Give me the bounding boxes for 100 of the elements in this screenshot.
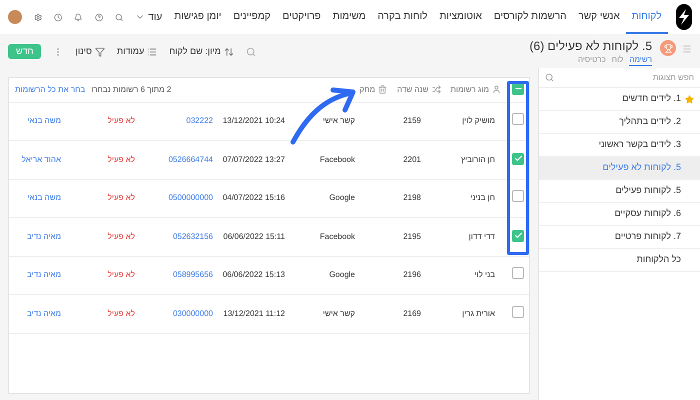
nav-tab[interactable]: הרשמות לקורסים bbox=[488, 0, 573, 34]
checkbox[interactable] bbox=[512, 152, 524, 164]
selection-count: 2 מתוך 6 רשומות נבחרו bbox=[91, 84, 172, 96]
view-item[interactable]: 6. לקוחות עסקיים bbox=[539, 203, 700, 226]
date-cell: 15:11 06/06/2022 bbox=[223, 232, 285, 241]
avatar[interactable] bbox=[8, 10, 22, 24]
nav-tab[interactable]: לוחות בקרה bbox=[372, 0, 434, 34]
more-menu[interactable]: עוד bbox=[129, 10, 168, 24]
nav-tab[interactable]: יומן פגישות bbox=[168, 0, 228, 34]
nav-tab[interactable]: אנשי קשר bbox=[572, 0, 626, 34]
view-item[interactable]: 1. לידים חדשים bbox=[539, 88, 700, 111]
phone-link[interactable]: 030000000 bbox=[172, 308, 213, 318]
checkbox[interactable] bbox=[512, 113, 524, 126]
phone-link[interactable]: 032222 bbox=[186, 116, 213, 126]
view-label: 3. לידים בקשר ראשוני bbox=[598, 138, 681, 152]
clock-icon[interactable] bbox=[54, 10, 62, 24]
owner-link[interactable]: מאיה נדיב bbox=[27, 270, 61, 280]
phone-link[interactable]: 0526664744 bbox=[168, 154, 213, 164]
checkbox[interactable] bbox=[512, 306, 524, 318]
view-title: 5. לקוחות לא פעילים (6) bbox=[530, 38, 652, 54]
search-icon bbox=[545, 73, 554, 82]
sort-button[interactable]: מיון: שם לקוח bbox=[169, 44, 234, 58]
checkbox[interactable] bbox=[512, 190, 524, 202]
owner-link[interactable]: משה בנאי bbox=[27, 193, 61, 202]
views-search-field[interactable]: חפש תצוגות bbox=[554, 72, 694, 84]
view-item[interactable]: 5. לקוחות פעילים bbox=[539, 180, 700, 203]
nav-tab[interactable]: משימות bbox=[326, 0, 372, 34]
select-all-link[interactable]: בחר את כל הרשומות bbox=[15, 84, 86, 96]
view-label: 7. לקוחות פרטיים bbox=[614, 230, 681, 244]
source-cell: Google bbox=[329, 193, 355, 202]
bell-icon[interactable] bbox=[74, 10, 83, 24]
name-cell: דדי דדון bbox=[468, 232, 495, 241]
check-icon bbox=[514, 154, 522, 163]
name-cell: בני לוי bbox=[474, 270, 495, 280]
name-cell: מושיק לוין bbox=[462, 116, 495, 126]
id-cell: 2196 bbox=[403, 270, 421, 280]
view-label: 5. לקוחות לא פעילים bbox=[602, 161, 681, 174]
source-cell: Facebook bbox=[320, 154, 355, 164]
merge-records-button[interactable]: מוג רשומות bbox=[450, 84, 501, 96]
id-cell: 2159 bbox=[403, 116, 421, 126]
phone-link[interactable]: 058995656 bbox=[172, 270, 213, 280]
logo-icon[interactable] bbox=[676, 4, 692, 30]
view-tab[interactable]: רשימה bbox=[629, 54, 652, 66]
source-cell: קשר אישי bbox=[322, 308, 355, 318]
status-cell: לא פעיל bbox=[108, 270, 135, 280]
id-cell: 2198 bbox=[403, 193, 421, 202]
status-cell: לא פעיל bbox=[108, 308, 135, 318]
view-label: 1. לידים חדשים bbox=[622, 92, 681, 106]
checkbox[interactable] bbox=[512, 230, 524, 242]
status-cell: לא פעיל bbox=[108, 154, 135, 164]
nav-tab[interactable]: קמפיינים bbox=[227, 0, 277, 34]
date-cell: 13:27 07/07/2022 bbox=[222, 154, 285, 164]
name-cell: חן הורוביץ bbox=[461, 154, 495, 164]
checkbox[interactable] bbox=[512, 267, 524, 280]
date-cell: 11:12 13/12/2021 bbox=[223, 308, 285, 318]
status-cell: לא פעיל bbox=[108, 193, 135, 202]
owner-link[interactable]: מאיה נדיב bbox=[27, 232, 61, 241]
person-icon bbox=[492, 85, 501, 94]
filter-button[interactable]: סינון bbox=[75, 44, 105, 58]
owner-link[interactable]: משה בנאי bbox=[27, 116, 61, 126]
date-cell: 15:13 06/06/2022 bbox=[222, 270, 285, 280]
view-item[interactable]: 5. לקוחות לא פעילים bbox=[539, 157, 700, 180]
columns-button[interactable]: עמודות bbox=[116, 44, 158, 58]
source-cell: קשר אישי bbox=[322, 116, 355, 126]
view-label: 6. לקוחות עסקיים bbox=[614, 207, 681, 220]
list-icon bbox=[147, 46, 158, 56]
nav-tab[interactable]: פרויקטים bbox=[276, 0, 327, 34]
date-cell: 10:24 13/12/2021 bbox=[222, 116, 285, 126]
filter-icon bbox=[94, 46, 105, 56]
view-tab[interactable]: לוח bbox=[612, 54, 624, 66]
view-label: 2. לידים בתהליך bbox=[619, 115, 681, 128]
owner-link[interactable]: אהוד אריאל bbox=[22, 154, 61, 164]
status-cell: לא פעיל bbox=[108, 116, 135, 126]
phone-link[interactable]: 052632156 bbox=[172, 232, 213, 241]
view-tab[interactable]: כרטיסיה bbox=[578, 54, 606, 66]
status-cell: לא פעיל bbox=[108, 232, 135, 241]
view-label: 5. לקוחות פעילים bbox=[616, 184, 681, 198]
shuffle-icon bbox=[432, 85, 441, 94]
id-cell: 2169 bbox=[403, 308, 421, 318]
source-cell: Google bbox=[329, 270, 355, 280]
help-icon[interactable] bbox=[94, 10, 103, 24]
delete-button[interactable]: מחק bbox=[360, 84, 388, 96]
nav-tab[interactable]: לקוחות bbox=[626, 0, 668, 34]
phone-link[interactable]: 0500000000 bbox=[168, 193, 213, 202]
id-cell: 2201 bbox=[403, 154, 421, 164]
trophy-icon bbox=[664, 44, 672, 52]
trash-icon bbox=[378, 85, 388, 94]
view-item[interactable]: 7. לקוחות פרטיים bbox=[539, 226, 700, 249]
id-cell: 2195 bbox=[403, 232, 421, 241]
view-label: כל הלקוחות bbox=[636, 253, 681, 266]
nav-tab[interactable]: אוטומציות bbox=[433, 0, 488, 34]
name-cell: אורית גרין bbox=[462, 308, 495, 318]
owner-link[interactable]: מאיה נדיב bbox=[27, 308, 61, 318]
view-item[interactable]: כל הלקוחות bbox=[539, 249, 700, 272]
change-field-button[interactable]: שנה שדה bbox=[397, 84, 441, 96]
source-cell: Facebook bbox=[320, 232, 355, 241]
check-icon bbox=[514, 231, 522, 240]
search-icon[interactable] bbox=[246, 46, 256, 56]
menu-icon[interactable] bbox=[682, 44, 692, 54]
view-item[interactable]: 2. לידים בתהליך bbox=[539, 111, 700, 134]
